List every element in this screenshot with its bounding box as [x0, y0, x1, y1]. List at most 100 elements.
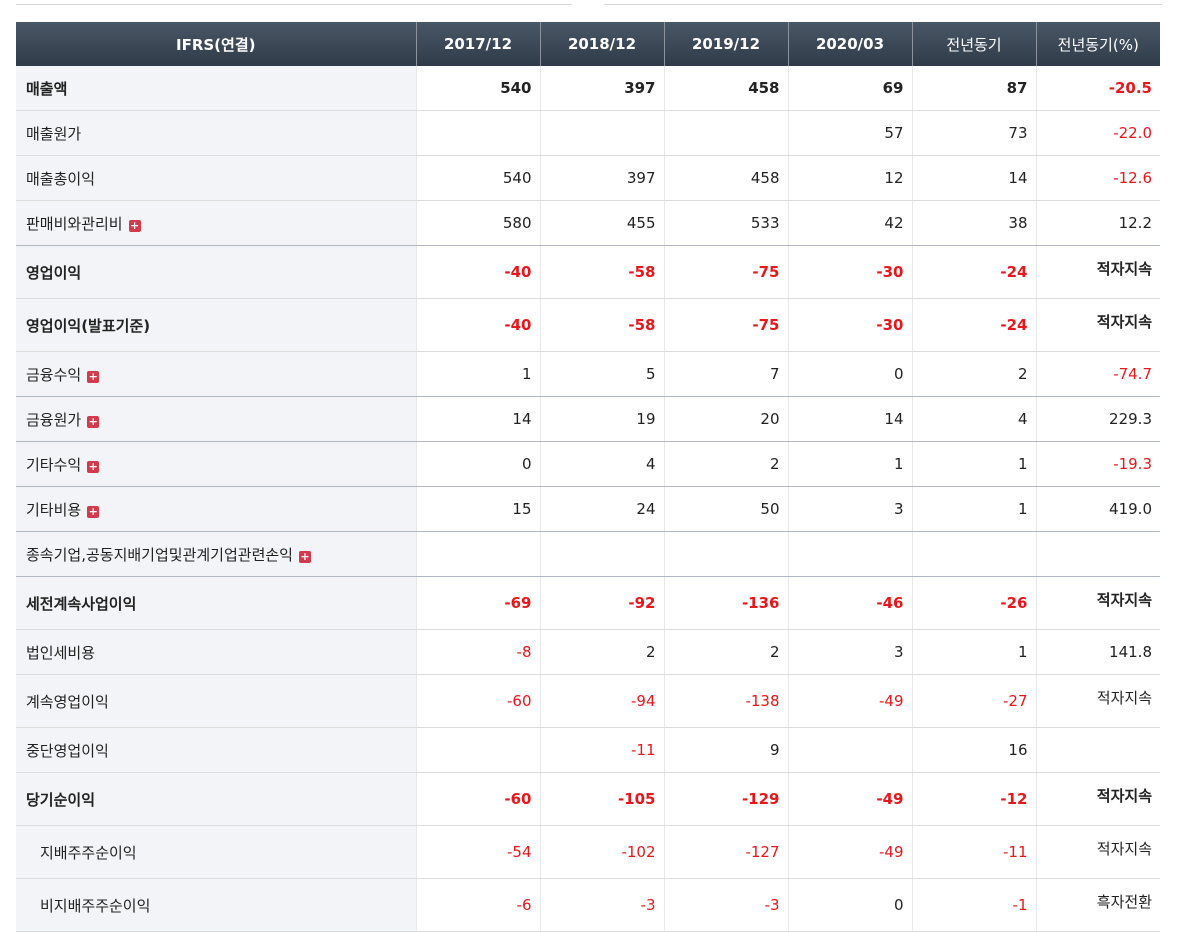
top-divider-left — [16, 4, 572, 5]
value-cell — [1035, 531, 1160, 577]
value-cell — [415, 110, 540, 156]
row-label-cell: 계속영업이익 — [16, 674, 416, 728]
table-row: 법인세비용 -8 2 2 3 1 141.8 — [16, 629, 1160, 675]
value-cell: 419.0 — [1035, 486, 1160, 532]
value-cell: -6 — [415, 878, 540, 932]
value-cell: -60 — [415, 772, 540, 826]
value-cell — [415, 531, 540, 577]
table-row: 영업이익(발표기준) -40 -58 -75 -30 -24 적자지속 — [16, 298, 1160, 352]
row-label-cell: 금융원가 + — [16, 396, 416, 442]
value-cell — [415, 727, 540, 773]
row-label-cell: 종속기업,공동지배기업및관계기업관련손익 + — [16, 531, 416, 577]
financial-statement-table: IFRS(연결) 2017/12 2018/12 2019/12 2020/03… — [16, 22, 1160, 932]
plus-square-icon[interactable]: + — [298, 550, 311, 563]
table-row: 중단영업이익 -11 9 16 — [16, 727, 1160, 773]
value-cell: -105 — [539, 772, 664, 826]
value-cell: 229.3 — [1035, 396, 1160, 442]
value-cell: 적자지속 — [1035, 772, 1160, 826]
value-cell: 14 — [787, 396, 912, 442]
table-row: 기타수익 +0 4 2 1 1 -19.3 — [16, 441, 1160, 487]
value-cell: -58 — [539, 298, 664, 352]
table-row: 매출총이익 540 397 458 12 14 -12.6 — [16, 155, 1160, 201]
value-cell: 69 — [787, 66, 912, 111]
value-cell: -3 — [663, 878, 788, 932]
plus-square-icon[interactable]: + — [87, 460, 100, 473]
table-row: 당기순이익 -60 -105 -129 -49 -12 적자지속 — [16, 772, 1160, 826]
value-cell: 24 — [539, 486, 664, 532]
value-cell: 50 — [663, 486, 788, 532]
value-cell: 540 — [415, 155, 540, 201]
value-cell: 14 — [415, 396, 540, 442]
value-cell: -3 — [539, 878, 664, 932]
table-row: 계속영업이익 -60 -94 -138 -49 -27 적자지속 — [16, 674, 1160, 728]
value-cell: 397 — [539, 155, 664, 201]
header-2019-12: 2019/12 — [663, 22, 788, 66]
table-row: 매출액 540 397 458 69 87 -20.5 — [16, 66, 1160, 111]
value-cell: 12.2 — [1035, 200, 1160, 246]
value-cell: 7 — [663, 351, 788, 397]
plus-square-icon[interactable]: + — [87, 370, 100, 383]
value-cell: -75 — [663, 245, 788, 299]
value-cell: 2 — [663, 441, 788, 487]
value-cell: -127 — [663, 825, 788, 879]
row-label-cell: 기타수익 + — [16, 441, 416, 487]
value-cell: -27 — [911, 674, 1036, 728]
value-cell: 적자지속 — [1035, 674, 1160, 728]
value-cell: 0 — [787, 351, 912, 397]
value-cell: -74.7 — [1035, 351, 1160, 397]
value-cell: -12 — [911, 772, 1036, 826]
row-label-cell: 당기순이익 — [16, 772, 416, 826]
value-cell: 533 — [663, 200, 788, 246]
value-cell: -19.3 — [1035, 441, 1160, 487]
row-label-cell: 법인세비용 — [16, 629, 416, 675]
value-cell: 458 — [663, 155, 788, 201]
value-cell: -58 — [539, 245, 664, 299]
plus-square-icon[interactable]: + — [87, 505, 100, 518]
table-row: 금융원가 +14 19 20 14 4 229.3 — [16, 396, 1160, 442]
row-label: 영업이익 — [26, 263, 82, 282]
value-cell: -11 — [539, 727, 664, 773]
value-cell: 458 — [663, 66, 788, 111]
value-cell: -138 — [663, 674, 788, 728]
plus-square-icon[interactable]: + — [87, 415, 100, 428]
value-cell: 4 — [539, 441, 664, 487]
value-cell: -24 — [911, 298, 1036, 352]
value-cell: 14 — [911, 155, 1036, 201]
table-row: 기타비용 +15 24 50 3 1 419.0 — [16, 486, 1160, 532]
row-label: 기타수익 — [26, 455, 82, 474]
header-prev-year: 전년동기 — [911, 22, 1036, 66]
header-2020-03: 2020/03 — [787, 22, 912, 66]
value-cell — [911, 531, 1036, 577]
row-label: 계속영업이익 — [26, 692, 109, 711]
row-label: 법인세비용 — [26, 643, 96, 662]
table-row: 지배주주순이익 -54 -102 -127 -49 -11 적자지속 — [16, 825, 1160, 879]
row-label-cell: 판매비와관리비 + — [16, 200, 416, 246]
row-label: 세전계속사업이익 — [26, 594, 137, 613]
value-cell: 87 — [911, 66, 1036, 111]
value-cell: -129 — [663, 772, 788, 826]
header-basis: IFRS(연결) — [16, 22, 416, 66]
value-cell: -75 — [663, 298, 788, 352]
row-label-cell: 영업이익 — [16, 245, 416, 299]
value-cell: 580 — [415, 200, 540, 246]
row-label-cell: 비지배주주순이익 — [16, 878, 416, 932]
value-cell: -11 — [911, 825, 1036, 879]
row-label: 중단영업이익 — [26, 741, 109, 760]
value-cell: 2 — [663, 629, 788, 675]
value-cell: -20.5 — [1035, 66, 1160, 111]
value-cell: -24 — [911, 245, 1036, 299]
row-label: 기타비용 — [26, 500, 82, 519]
plus-square-icon[interactable]: + — [128, 219, 141, 232]
value-cell: 3 — [787, 486, 912, 532]
table-row: 영업이익 -40 -58 -75 -30 -24 적자지속 — [16, 245, 1160, 299]
value-cell: -60 — [415, 674, 540, 728]
value-cell: -136 — [663, 576, 788, 630]
row-label: 지배주주순이익 — [40, 843, 137, 862]
row-label-cell: 금융수익 + — [16, 351, 416, 397]
value-cell — [787, 531, 912, 577]
value-cell — [663, 531, 788, 577]
value-cell: 141.8 — [1035, 629, 1160, 675]
top-divider-right — [604, 4, 1162, 5]
value-cell: 1 — [787, 441, 912, 487]
value-cell: -102 — [539, 825, 664, 879]
